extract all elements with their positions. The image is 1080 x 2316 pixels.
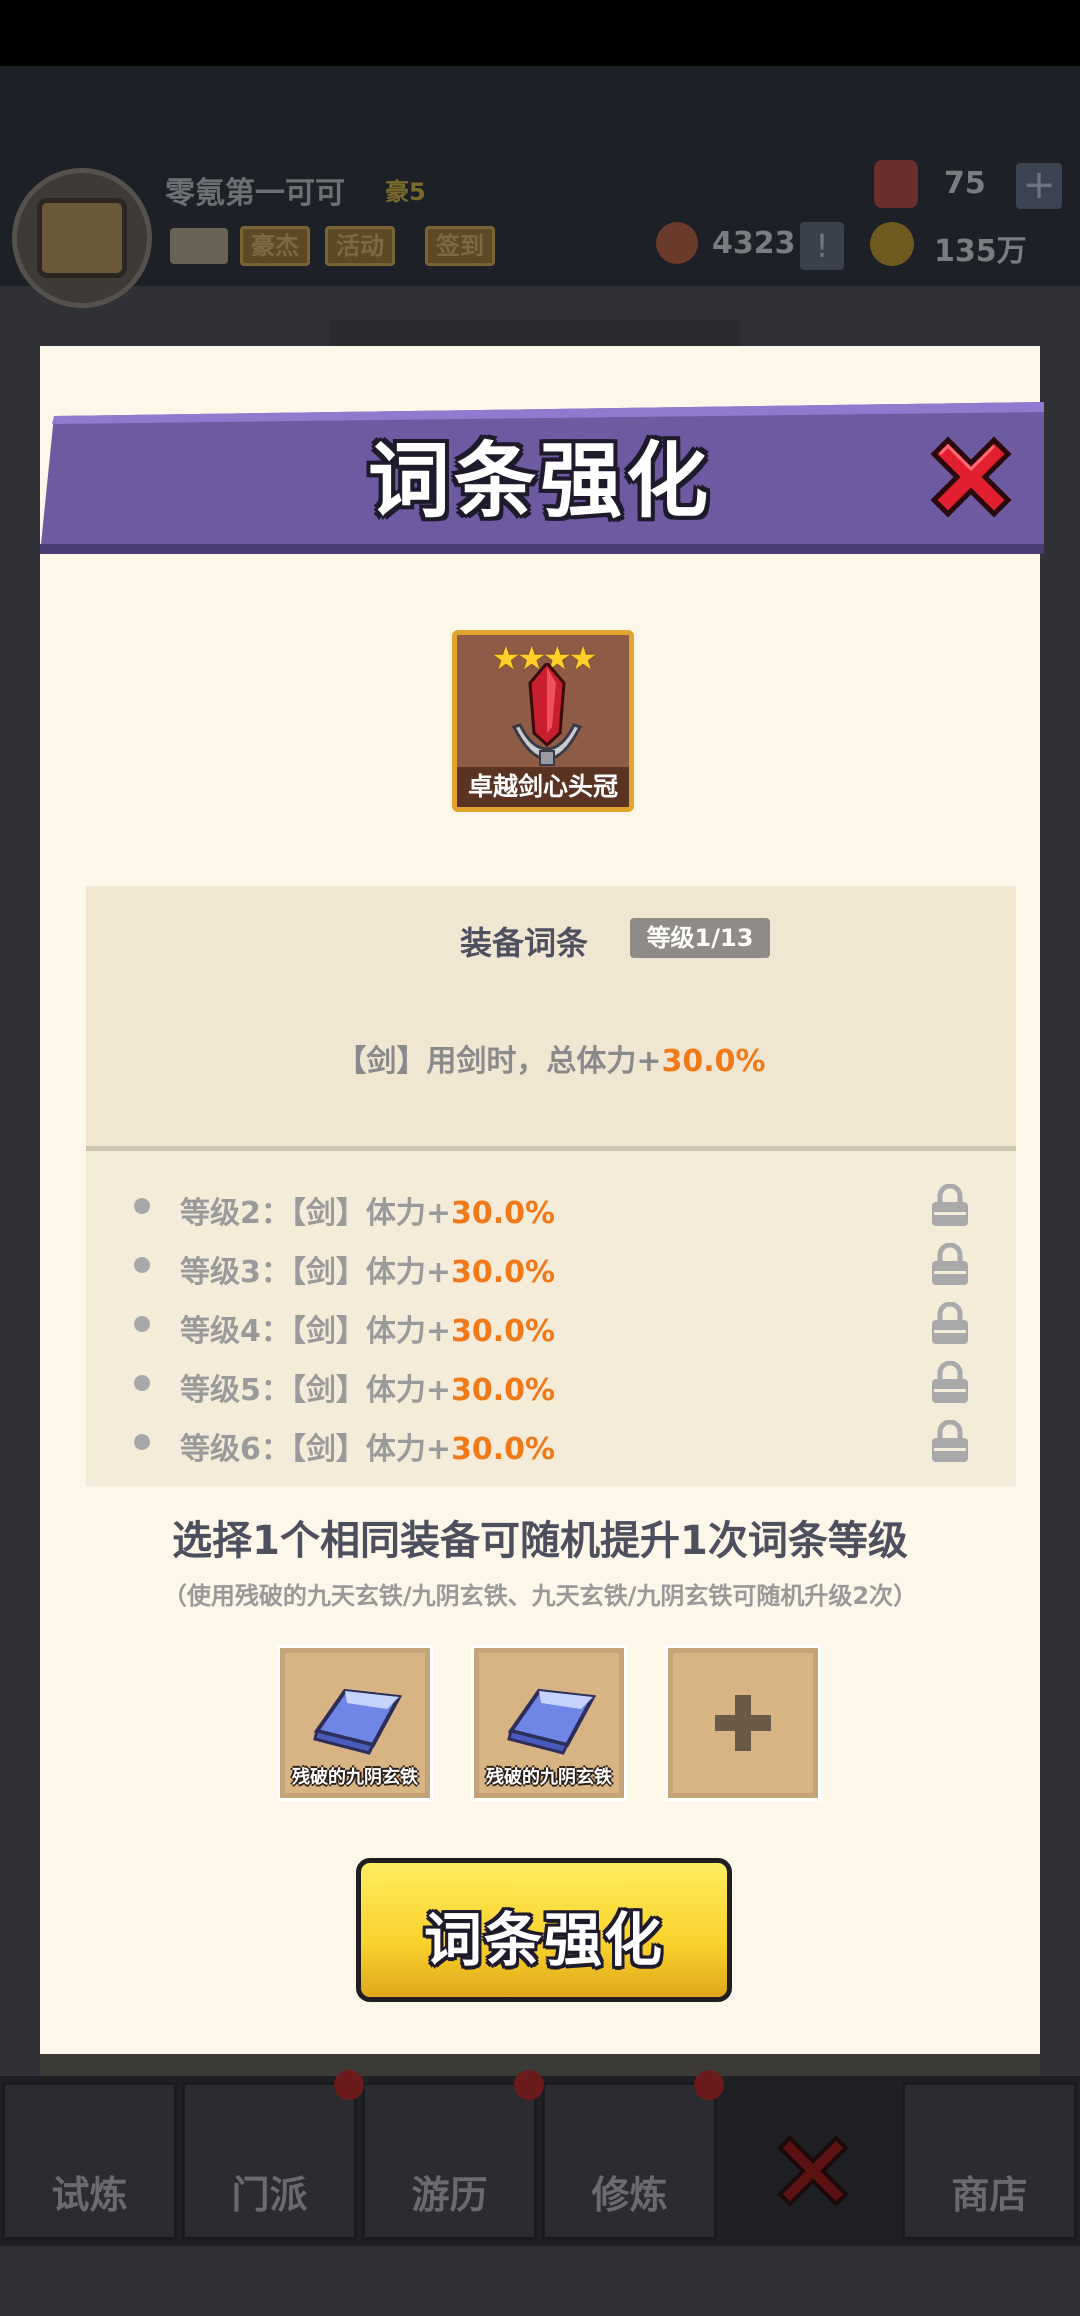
add-material-slot[interactable]	[668, 1648, 818, 1798]
close-icon[interactable]	[926, 432, 1016, 522]
material-name: 残破的九阴玄铁	[292, 1767, 418, 1788]
material-name: 残破的九阴玄铁	[486, 1767, 612, 1788]
level-value: 30.0%	[451, 1255, 556, 1290]
token-icon	[656, 222, 698, 264]
equipment-card[interactable]: ★★★★ 卓越剑心头冠	[452, 630, 634, 812]
close-icon[interactable]	[770, 2128, 856, 2214]
level-row: 等级5：【剑】体力+30.0%	[86, 1359, 1016, 1409]
level-text: 等级6：【剑】体力+	[180, 1432, 452, 1467]
current-affix: 【剑】用剑时，总体力+30.0%	[86, 1036, 1016, 1080]
level-row: 等级4：【剑】体力+30.0%	[86, 1300, 1016, 1350]
nav-travel[interactable]: 游历	[362, 2082, 537, 2240]
lock-icon	[932, 1184, 968, 1226]
level-value: 30.0%	[451, 1314, 556, 1349]
gem-icon	[874, 160, 918, 208]
level-text: 等级2：【剑】体力+	[180, 1196, 452, 1231]
material-slot[interactable]: 残破的九阴玄铁	[280, 1648, 430, 1798]
bullet	[134, 1257, 150, 1273]
notification-dot	[334, 2070, 364, 2100]
nav-sect[interactable]: 门派	[182, 2082, 357, 2240]
level-value: 30.0%	[451, 1196, 556, 1231]
level-row: 等级3：【剑】体力+30.0%	[86, 1241, 1016, 1291]
level-text: 等级4：【剑】体力+	[180, 1314, 452, 1349]
bullet	[134, 1316, 150, 1332]
level-value: 30.0%	[451, 1373, 556, 1408]
status-bar	[0, 0, 1080, 66]
events-button[interactable]: 活动	[325, 226, 395, 266]
lock-icon	[932, 1243, 968, 1285]
level-row: 等级2：【剑】体力+30.0%	[86, 1182, 1016, 1232]
lock-icon	[932, 1361, 968, 1403]
chest-icon	[37, 198, 127, 278]
lock-icon	[932, 1302, 968, 1344]
level-value: 30.0%	[451, 1432, 556, 1467]
instruction-subtext: （使用残破的九天玄铁/九阴玄铁、九天玄铁/九阴玄铁可随机升级2次）	[162, 1582, 918, 1610]
notification-dot	[514, 2070, 544, 2100]
divider	[86, 1146, 1016, 1151]
equipment-name: 卓越剑心头冠	[457, 767, 629, 807]
iron-ingot-icon	[507, 1688, 597, 1755]
player-name: 零氪第一可可	[165, 176, 345, 211]
token-count: 4323	[712, 226, 796, 261]
material-slot[interactable]: 残破的九阴玄铁	[474, 1648, 624, 1798]
gold-count: 135万	[934, 234, 1027, 269]
checkin-button[interactable]: 签到	[425, 226, 495, 266]
gold-coin-icon	[870, 222, 914, 266]
iron-ingot-icon	[313, 1688, 403, 1755]
lock-icon	[932, 1420, 968, 1462]
bullet	[134, 1198, 150, 1214]
add-gem-button[interactable]: +	[1016, 163, 1062, 209]
level-row: 等级6：【剑】体力+30.0%	[86, 1418, 1016, 1468]
gem-count: 75	[944, 166, 986, 201]
avatar[interactable]	[12, 168, 152, 308]
affix-title: 装备词条	[460, 924, 589, 962]
nav-cultivate[interactable]: 修炼	[542, 2082, 717, 2240]
crown-gem-icon	[511, 663, 583, 766]
heroes-button[interactable]: 豪杰	[240, 226, 310, 266]
instruction-text: 选择1个相同装备可随机提升1次词条等级	[172, 1518, 908, 1564]
plus-icon	[715, 1695, 771, 1751]
info-button[interactable]: !	[800, 222, 844, 270]
nav-trial[interactable]: 试炼	[2, 2082, 177, 2240]
bullet	[134, 1375, 150, 1391]
top-bar	[0, 66, 1080, 286]
nav-shop[interactable]: 商店	[902, 2082, 1077, 2240]
dialog-title: 词条强化	[367, 434, 712, 529]
mail-icon[interactable]	[170, 228, 228, 264]
current-affix-text: 【剑】用剑时，总体力+	[336, 1044, 662, 1079]
enhance-button[interactable]: 词条强化	[356, 1858, 732, 2002]
notification-dot	[694, 2070, 724, 2100]
enhance-button-label: 词条强化	[423, 1906, 664, 1974]
level-text: 等级5：【剑】体力+	[180, 1373, 452, 1408]
level-text: 等级3：【剑】体力+	[180, 1255, 452, 1290]
player-rank: 豪5	[385, 178, 426, 206]
bullet	[134, 1434, 150, 1450]
current-affix-value: 30.0%	[661, 1044, 766, 1079]
level-badge: 等级1/13	[630, 918, 770, 958]
